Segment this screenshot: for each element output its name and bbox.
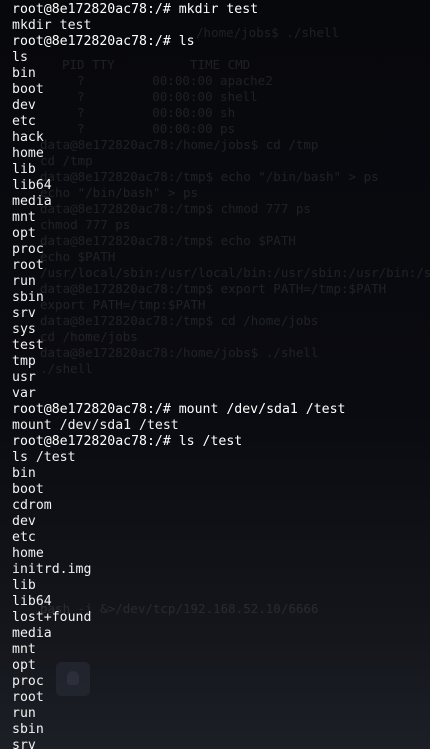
output-line: lib64 [12,594,52,609]
output-line: cdrom [12,498,52,513]
output-line: mount /dev/sda1 /test [12,418,179,433]
output-line: dev [12,514,36,529]
output-line: bin [12,466,36,481]
output-line: sbin [12,722,44,737]
terminal-output: root@8e172820ac78:/# mkdir test mkdir te… [12,2,345,749]
output-line: media [12,626,52,641]
output-line: media [12,194,52,209]
output-line: usr [12,370,36,385]
output-line: home [12,146,44,161]
output-line: opt [12,226,36,241]
prompt-line: root@8e172820ac78:/# mount /dev/sda1 /te… [12,402,346,417]
output-line: srv [12,738,36,749]
output-line: run [12,274,36,289]
output-line: mnt [12,210,36,225]
output-line: mkdir test [12,18,92,33]
output-line: lib64 [12,178,52,193]
output-line: boot [12,82,44,97]
output-line: tmp [12,354,36,369]
prompt-line: root@8e172820ac78:/# mkdir test [12,2,259,17]
output-line: boot [12,482,44,497]
prompt-line: root@8e172820ac78:/# ls /test [12,434,243,449]
output-line: ls /test [12,450,76,465]
output-line: dev [12,98,36,113]
prompt-line: root@8e172820ac78:/# ls [12,34,195,49]
output-line: bin [12,66,36,81]
output-line: run [12,706,36,721]
output-line: home [12,546,44,561]
terminal-window[interactable]: /home/jobs$ ./shell PID TTY TIME CMD ? 0… [0,0,430,749]
output-line: ls [12,50,28,65]
output-line: proc [12,242,44,257]
output-line: root [12,258,44,273]
output-line: opt [12,658,36,673]
output-line: hack [12,130,44,145]
output-line: test [12,338,44,353]
output-line: mnt [12,642,36,657]
output-line: etc [12,530,36,545]
output-line: sys [12,322,36,337]
output-line: var [12,386,36,401]
output-line: proc [12,674,44,689]
output-line: lib [12,578,36,593]
output-line: initrd.img [12,562,92,577]
output-line: srv [12,306,36,321]
output-line: lib [12,162,36,177]
output-line: etc [12,114,36,129]
output-line: sbin [12,290,44,305]
output-line: root [12,690,44,705]
output-line: lost+found [12,610,92,625]
